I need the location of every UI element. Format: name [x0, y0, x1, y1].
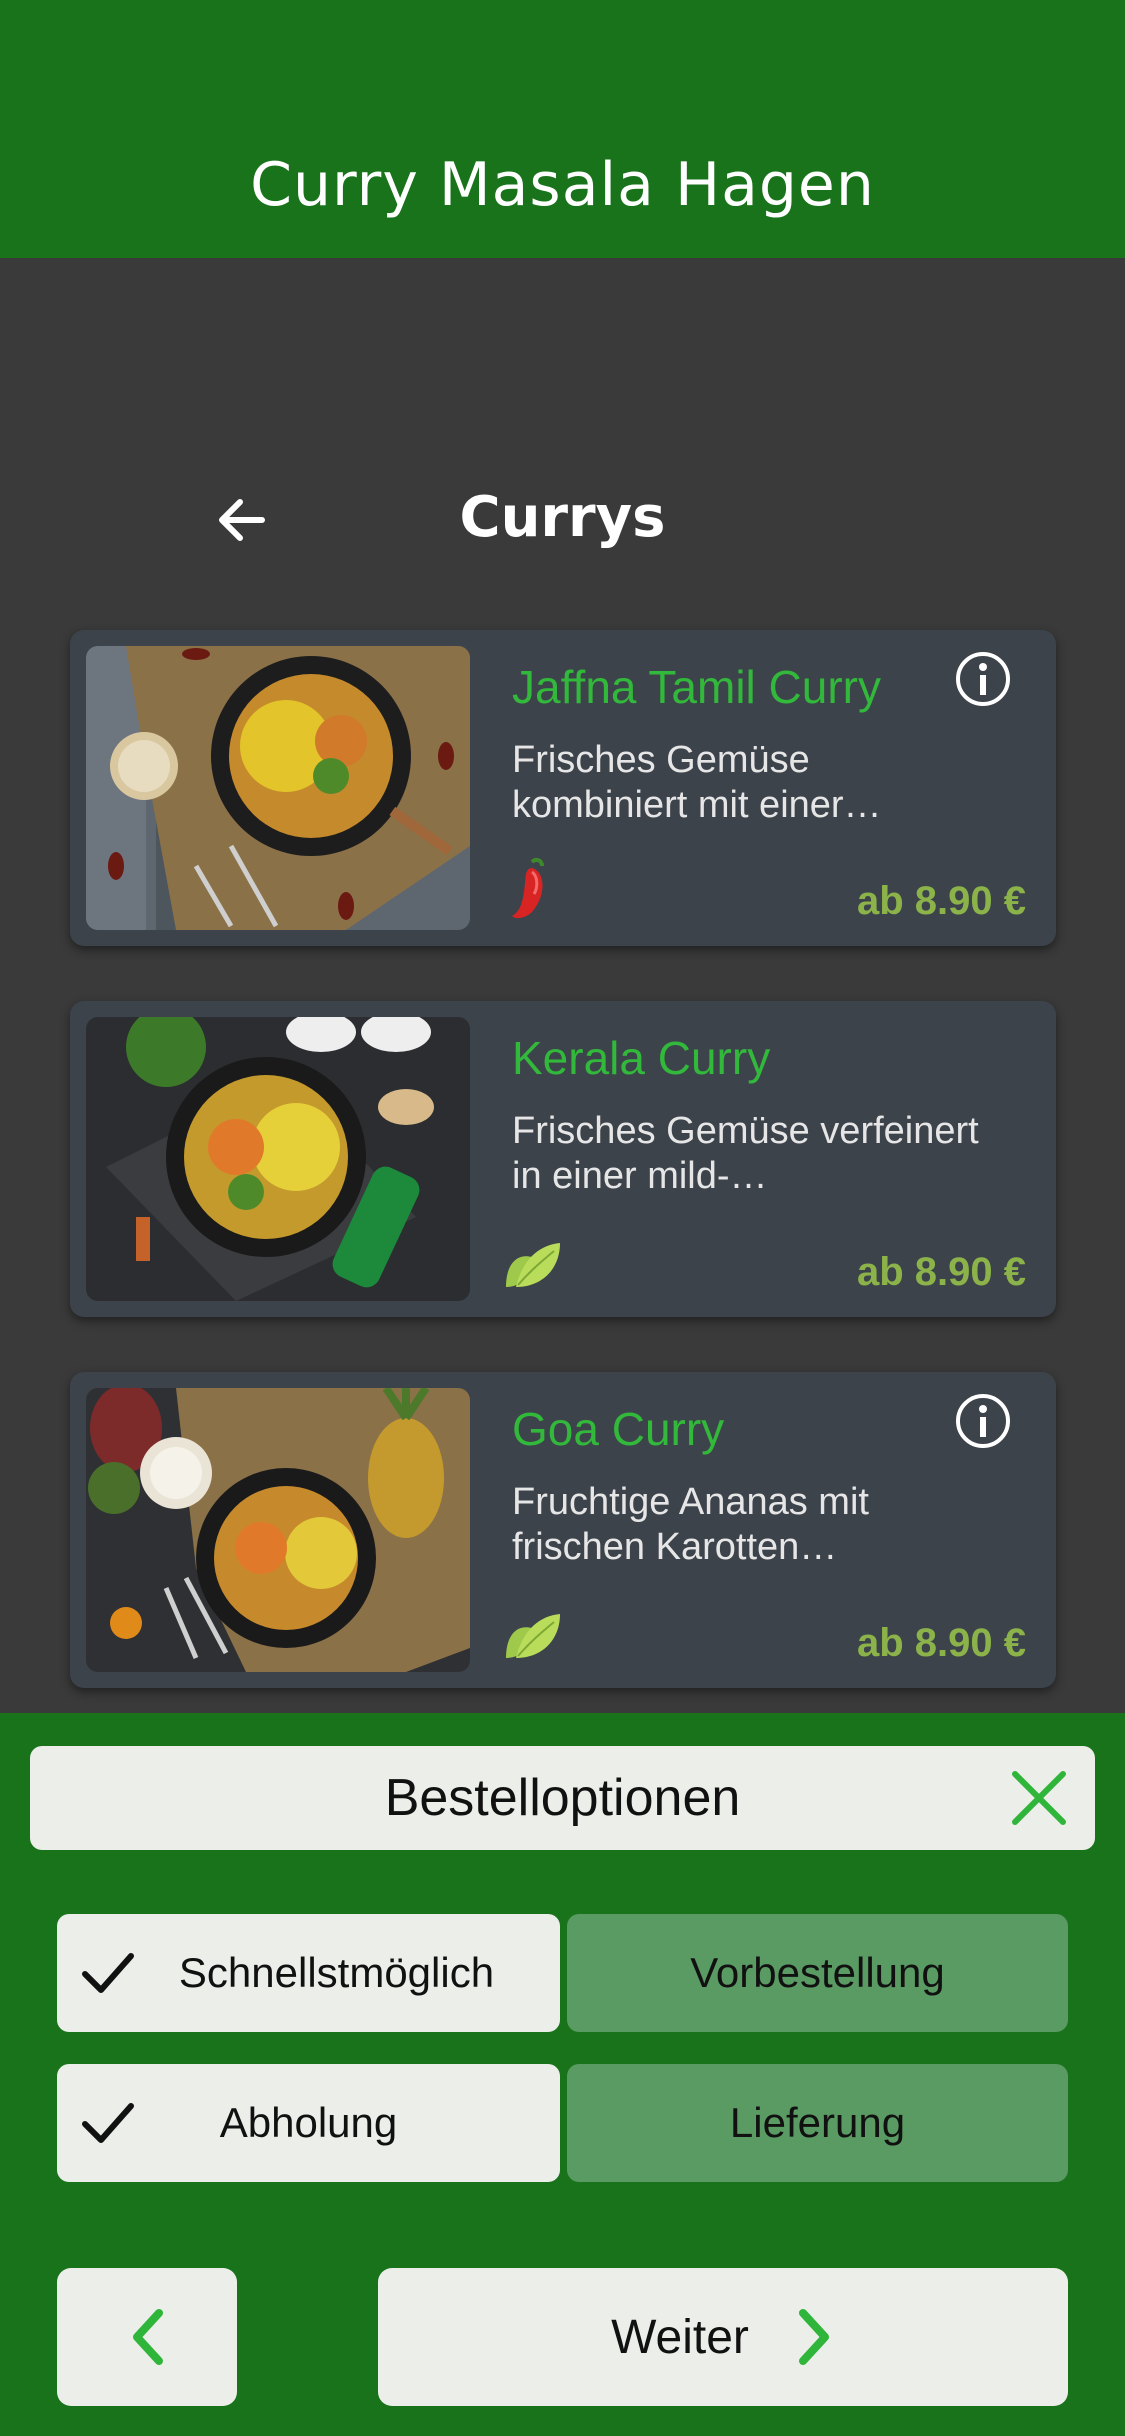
close-icon[interactable]: [1009, 1768, 1069, 1828]
dish-name: Jaffna Tamil Curry: [512, 661, 881, 713]
option-label: Lieferung: [729, 2099, 906, 2146]
dish-name: Kerala Curry: [512, 1032, 771, 1084]
dish-description: Frisches Gemüse verfeinert in einer mild…: [512, 1110, 979, 1197]
dish-price: ab 8.90 €: [856, 1621, 1026, 1665]
section-header: Currys: [0, 468, 1125, 568]
menu-content: Currys Jaffna Tamil Curry Frisches Gemüs…: [0, 258, 1125, 1713]
info-icon[interactable]: [954, 650, 1012, 708]
checkmark-icon: [82, 1953, 134, 1993]
dish-price: ab 8.90 €: [856, 879, 1026, 923]
option-label: Vorbestellung: [690, 1949, 945, 1996]
dish-description: Frisches Gemüse kombiniert mit einer…: [512, 739, 882, 826]
back-button[interactable]: [57, 2268, 237, 2406]
option-asap[interactable]: Schnellstmöglich: [57, 1914, 560, 2032]
dish-price: ab 8.90 €: [856, 1250, 1026, 1294]
option-label: Schnellstmöglich: [178, 1949, 495, 1996]
menu-item-card[interactable]: Jaffna Tamil Curry Frisches Gemüse kombi…: [70, 630, 1056, 946]
menu-item-card[interactable]: Goa Curry Fruchtige Ananas mit frischen …: [70, 1372, 1056, 1688]
dish-photo: [86, 1388, 470, 1672]
next-label: Weiter: [611, 2310, 749, 2364]
order-options-panel: Bestelloptionen Schnellstmöglich Vorbest…: [0, 1713, 1125, 2436]
chili-icon: [512, 857, 544, 919]
menu-item-card[interactable]: Kerala Curry Frisches Gemüse verfeinert …: [70, 1001, 1056, 1317]
next-button[interactable]: Weiter: [378, 2268, 1068, 2406]
app-header: Curry Masala Hagen: [0, 0, 1125, 258]
info-icon[interactable]: [954, 1392, 1012, 1450]
order-options-title: Bestelloptionen: [384, 1769, 741, 1827]
option-pickup[interactable]: Abholung: [57, 2064, 560, 2182]
chevron-left-icon: [133, 2309, 163, 2365]
section-title: Currys: [459, 485, 666, 550]
chevron-right-icon: [798, 2309, 829, 2365]
arrow-left-icon[interactable]: [210, 488, 274, 552]
dish-name: Goa Curry: [512, 1403, 725, 1455]
option-label: Abholung: [219, 2099, 398, 2146]
vegan-leaf-icon: [506, 1614, 560, 1658]
vegan-leaf-icon: [506, 1243, 560, 1287]
checkmark-icon: [82, 2103, 134, 2143]
dish-description: Fruchtige Ananas mit frischen Karotten…: [512, 1481, 869, 1568]
dish-photo: [86, 1017, 470, 1301]
order-options-header: Bestelloptionen: [30, 1746, 1095, 1850]
app-title: Curry Masala Hagen: [250, 150, 875, 220]
option-delivery[interactable]: Lieferung: [567, 2064, 1068, 2182]
option-preorder[interactable]: Vorbestellung: [567, 1914, 1068, 2032]
dish-photo: [86, 646, 470, 930]
